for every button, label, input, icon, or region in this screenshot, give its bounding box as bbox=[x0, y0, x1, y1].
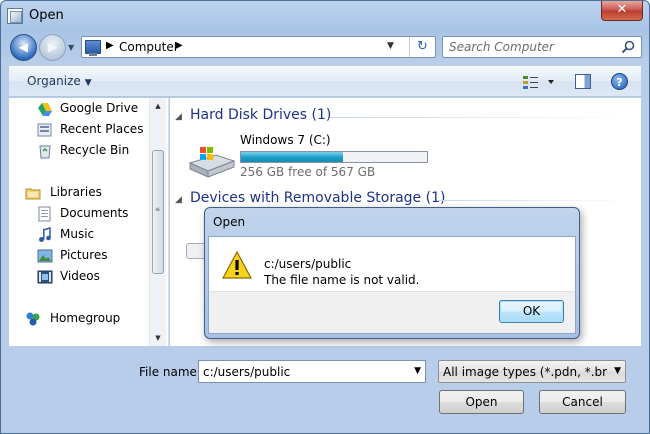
nav-item-label: Recycle Bin bbox=[60, 143, 130, 157]
title-bar[interactable]: Open ✕ bbox=[1, 1, 649, 31]
navigation-pane: Google Drive Recent Places Recycle Bin L… bbox=[9, 98, 169, 346]
nav-item-label: Pictures bbox=[60, 248, 108, 262]
ok-button[interactable]: OK bbox=[499, 300, 564, 323]
preview-pane-button[interactable] bbox=[575, 74, 591, 89]
chevron-down-icon[interactable]: ▼ bbox=[614, 366, 621, 376]
scroll-down-icon[interactable]: ▼ bbox=[150, 330, 166, 346]
error-path-text: c:/users/public bbox=[264, 257, 352, 271]
close-button[interactable]: ✕ bbox=[601, 1, 643, 21]
file-name-label: File name: bbox=[139, 365, 201, 379]
back-button[interactable]: ◀ bbox=[10, 34, 37, 61]
error-message-text: The file name is not valid. bbox=[264, 273, 420, 287]
forward-button[interactable]: ▶ bbox=[39, 34, 66, 61]
libraries-icon bbox=[25, 188, 41, 200]
computer-icon bbox=[85, 40, 101, 56]
nav-item-label: Google Drive bbox=[60, 101, 139, 115]
file-type-select[interactable]: All image types (*.pdn, *.bmp, * ▼ bbox=[438, 360, 626, 383]
group-divider bbox=[330, 117, 630, 118]
group-header-removable-storage[interactable]: Devices with Removable Storage (1) bbox=[190, 190, 445, 206]
search-box[interactable] bbox=[442, 36, 642, 58]
nav-pane-scrollbar[interactable]: ▲ ≡ ▼ bbox=[149, 98, 166, 346]
collapse-chevron-icon[interactable]: ◢ bbox=[175, 195, 182, 205]
music-icon bbox=[39, 227, 51, 242]
nav-item-label: Recent Places bbox=[60, 122, 144, 136]
chevron-down-icon: ▼ bbox=[84, 78, 92, 88]
nav-item-label: Homegroup bbox=[50, 311, 121, 325]
breadcrumb-arrow-icon[interactable]: ▶ bbox=[106, 40, 114, 51]
breadcrumb-arrow-icon[interactable]: ▶ bbox=[175, 40, 183, 51]
google-drive-icon bbox=[38, 103, 52, 116]
cancel-button[interactable]: Cancel bbox=[539, 390, 626, 414]
recycle-bin-icon bbox=[39, 145, 51, 159]
nav-item-label: Music bbox=[60, 227, 95, 241]
pictures-icon bbox=[37, 249, 53, 263]
nav-item-label: Videos bbox=[60, 269, 100, 283]
homegroup-icon bbox=[26, 312, 40, 326]
command-bar: Organize ▼ ? bbox=[9, 65, 641, 97]
refresh-button[interactable]: ↻ bbox=[409, 37, 435, 57]
drive-name[interactable]: Windows 7 (C:) bbox=[240, 133, 331, 147]
group-header-hard-disk-drives[interactable]: Hard Disk Drives (1) bbox=[190, 107, 331, 123]
organize-label: Organize bbox=[27, 74, 81, 88]
scroll-grip-icon: ≡ bbox=[155, 206, 161, 213]
videos-icon bbox=[37, 270, 53, 284]
recent-places-icon bbox=[37, 123, 52, 137]
nav-item-label: Libraries bbox=[50, 185, 102, 199]
drive-usage-bar bbox=[240, 151, 428, 163]
file-name-combobox[interactable]: ▼ bbox=[198, 360, 426, 383]
scroll-up-icon[interactable]: ▲ bbox=[150, 98, 166, 114]
error-dialog-body: c:/users/public The file name is not val… bbox=[208, 236, 576, 334]
address-history-dropdown-icon[interactable]: ▼ bbox=[387, 41, 394, 51]
dialog-icon bbox=[7, 8, 23, 24]
drive-free-space: 256 GB free of 567 GB bbox=[240, 165, 376, 179]
documents-icon bbox=[38, 206, 51, 222]
collapse-chevron-icon[interactable]: ◢ bbox=[175, 112, 182, 122]
file-name-input[interactable] bbox=[199, 361, 404, 382]
open-button[interactable]: Open bbox=[439, 390, 524, 414]
organize-button[interactable]: Organize ▼ bbox=[27, 74, 92, 88]
error-dialog-footer: OK bbox=[209, 291, 575, 333]
breadcrumb-computer[interactable]: Computer bbox=[119, 40, 179, 54]
group-divider bbox=[438, 200, 630, 201]
hard-drive-icon bbox=[188, 147, 236, 178]
chevron-down-icon[interactable]: ▼ bbox=[414, 366, 421, 376]
search-icon[interactable] bbox=[621, 40, 635, 54]
error-dialog-title: Open bbox=[213, 215, 246, 229]
recent-pages-dropdown-icon[interactable]: ▼ bbox=[68, 43, 74, 52]
window-title: Open bbox=[29, 8, 64, 23]
warning-icon bbox=[222, 251, 252, 279]
search-input[interactable] bbox=[443, 37, 618, 57]
change-view-icon[interactable] bbox=[522, 74, 556, 90]
file-type-value: All image types (*.pdn, *.bmp, * bbox=[443, 365, 607, 379]
drive-usage-fill bbox=[241, 152, 344, 162]
error-dialog: Open c:/users/public The file name is no… bbox=[204, 207, 580, 339]
help-button[interactable]: ? bbox=[611, 73, 628, 90]
address-bar[interactable]: ▶ Computer ▶ ▼ ↻ bbox=[81, 36, 436, 58]
nav-item-label: Documents bbox=[60, 206, 129, 220]
